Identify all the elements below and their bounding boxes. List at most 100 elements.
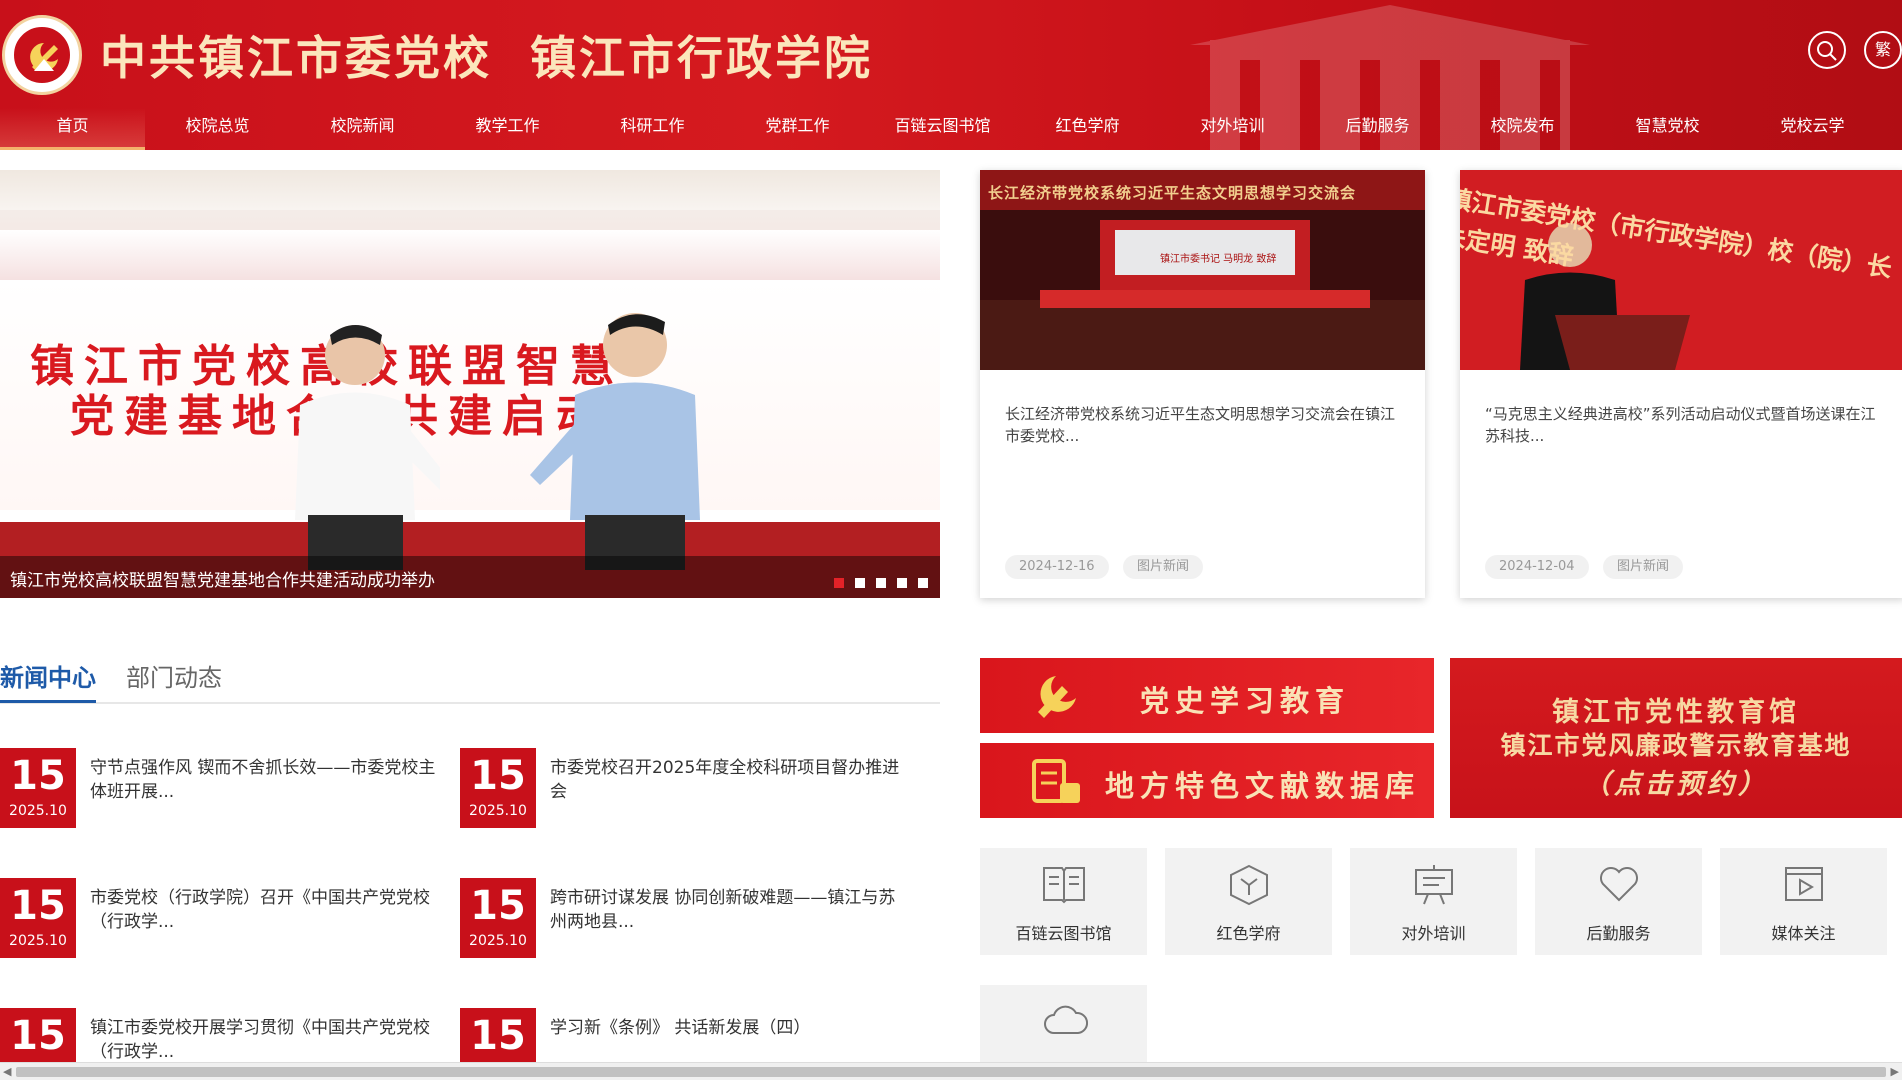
slider-dot[interactable] bbox=[834, 578, 844, 588]
nav-smart-school[interactable]: 智慧党校 bbox=[1595, 108, 1740, 150]
hammer-sickle-icon bbox=[1038, 676, 1076, 718]
nav-release[interactable]: 校院发布 bbox=[1450, 108, 1595, 150]
site-header: 中共镇江市委党校 镇江市行政学院 繁 首页 校院总览 校院新闻 教学工作 科研工作… bbox=[0, 0, 1902, 150]
nav-training[interactable]: 对外培训 bbox=[1160, 108, 1305, 150]
date-badge: 15 2025.10 bbox=[0, 878, 76, 958]
scroll-left-icon[interactable]: ◀ bbox=[3, 1065, 11, 1078]
news-title[interactable]: 守节点强作风 锲而不舍抓长效——市委党校主体班开展... bbox=[90, 756, 446, 804]
heart-icon bbox=[1600, 867, 1638, 902]
card-image-banner: 长江经济带党校系统习近平生态文明思想学习交流会 bbox=[988, 184, 1357, 202]
cloud-icon bbox=[1044, 1005, 1088, 1034]
horizontal-scrollbar[interactable]: ◀ ▶ bbox=[0, 1062, 1902, 1080]
book-icon bbox=[1043, 867, 1085, 904]
date-day: 15 bbox=[10, 1013, 66, 1059]
date-day: 15 bbox=[10, 753, 66, 799]
education-hall-booking: （点击预约） bbox=[1583, 769, 1769, 800]
date-badge: 15 2025.10 bbox=[460, 748, 536, 828]
slider-ceiling bbox=[0, 170, 940, 210]
slider-caption[interactable]: 镇江市党校高校联盟智慧党建基地合作共建活动成功举办 bbox=[10, 566, 435, 591]
nav-cloud-learning[interactable]: 党校云学 bbox=[1740, 108, 1885, 150]
cube-icon bbox=[1230, 864, 1268, 906]
news-tabs: 新闻中心 部门动态 bbox=[0, 652, 940, 704]
nav-red-academy[interactable]: 红色学府 bbox=[1015, 108, 1160, 150]
card-image-screen-title: 镇江市委书记 马明龙 致辞 bbox=[1160, 254, 1277, 265]
slider-dot[interactable] bbox=[918, 578, 928, 588]
tile-training[interactable]: 对外培训 bbox=[1350, 848, 1517, 955]
news-title[interactable]: 市委党校召开2025年度全校科研项目督办推进会 bbox=[550, 756, 906, 804]
chat-board-icon bbox=[1415, 865, 1453, 905]
tile-label: 对外培训 bbox=[1401, 924, 1466, 943]
slider-caption-bar: 镇江市党校高校联盟智慧党建基地合作共建活动成功举办 bbox=[0, 556, 940, 598]
tile-media[interactable]: 媒体关注 bbox=[1720, 848, 1887, 955]
tile-cloud[interactable] bbox=[980, 985, 1147, 1062]
party-history-banner[interactable]: 党史学习教育 bbox=[980, 658, 1434, 733]
news-title[interactable]: 镇江市委党校开展学习贯彻《中国共产党党校（行政学... bbox=[90, 1016, 446, 1064]
nav-research[interactable]: 科研工作 bbox=[580, 108, 725, 150]
tab-active-underline bbox=[0, 700, 96, 703]
news-card[interactable]: 镇江市委党校（市行政学院）校（院）长朱定明 致辞 “马克思主义经典进高校”系列活… bbox=[1460, 170, 1902, 598]
card-image: 长江经济带党校系统习近平生态文明思想学习交流会 镇江市委书记 马明龙 致辞 bbox=[980, 170, 1425, 370]
tile-logistics[interactable]: 后勤服务 bbox=[1535, 848, 1702, 955]
person-left-image bbox=[295, 325, 440, 570]
date-day: 15 bbox=[470, 1013, 526, 1059]
traditional-chinese-button[interactable]: 繁 bbox=[1864, 31, 1902, 69]
slider-dot[interactable] bbox=[876, 578, 886, 588]
tile-red-academy[interactable]: 红色学府 bbox=[1165, 848, 1332, 955]
database-document-icon bbox=[1032, 759, 1080, 803]
slider-dots bbox=[823, 573, 928, 592]
date-day: 15 bbox=[10, 883, 66, 929]
local-docs-label: 地方特色文献数据库 bbox=[1105, 769, 1421, 803]
news-card[interactable]: 长江经济带党校系统习近平生态文明思想学习交流会 镇江市委书记 马明龙 致辞 长江… bbox=[980, 170, 1425, 598]
site-title: 中共镇江市委党校 镇江市行政学院 bbox=[100, 22, 873, 88]
nav-overview[interactable]: 校院总览 bbox=[145, 108, 290, 150]
card-category[interactable]: 图片新闻 bbox=[1603, 555, 1684, 579]
nav-library[interactable]: 百链云图书馆 bbox=[870, 108, 1015, 150]
card-title[interactable]: “马克思主义经典进高校”系列活动启动仪式暨首场送课在江苏科技... bbox=[1485, 403, 1885, 447]
card-image: 镇江市委党校（市行政学院）校（院）长朱定明 致辞 bbox=[1460, 170, 1902, 370]
site-logo[interactable] bbox=[2, 15, 82, 95]
person-right-image bbox=[530, 313, 700, 570]
date-badge: 15 2025.10 bbox=[460, 878, 536, 958]
date-year-month: 2025.10 bbox=[469, 803, 527, 819]
local-docs-banner[interactable]: 地方特色文献数据库 bbox=[980, 743, 1434, 818]
search-button[interactable] bbox=[1808, 31, 1846, 69]
tab-department-news[interactable]: 部门动态 bbox=[126, 658, 222, 693]
slider-dot[interactable] bbox=[855, 578, 865, 588]
news-title[interactable]: 市委党校（行政学院）召开《中国共产党党校（行政学... bbox=[90, 886, 446, 934]
scroll-right-icon[interactable]: ▶ bbox=[1891, 1065, 1899, 1078]
education-hall-line1: 镇江市党性教育馆 bbox=[1552, 697, 1800, 728]
slide-banner: 镇江市党校高校联盟智慧 党建基地合作共建启动 bbox=[0, 280, 940, 510]
tab-news-center[interactable]: 新闻中心 bbox=[0, 658, 96, 693]
date-year-month: 2025.10 bbox=[9, 933, 67, 949]
date-day: 15 bbox=[470, 883, 526, 929]
tile-library[interactable]: 百链云图书馆 bbox=[980, 848, 1147, 955]
news-title[interactable]: 学习新《条例》 共话新发展（四） bbox=[550, 1016, 906, 1040]
logo-emblem bbox=[12, 25, 72, 85]
slider-backdrop-top bbox=[0, 230, 940, 285]
card-category[interactable]: 图片新闻 bbox=[1123, 555, 1204, 579]
news-title[interactable]: 跨市研讨谋发展 协同创新破难题——镇江与苏州两地县... bbox=[550, 886, 906, 934]
card-title[interactable]: 长江经济带党校系统习近平生态文明思想学习交流会在镇江市委党校... bbox=[1005, 403, 1405, 447]
tile-label: 红色学府 bbox=[1216, 924, 1281, 943]
nav-teaching[interactable]: 教学工作 bbox=[435, 108, 580, 150]
nav-party-mass[interactable]: 党群工作 bbox=[725, 108, 870, 150]
list-item[interactable]: 15 2025.10 跨市研讨谋发展 协同创新破难题——镇江与苏州两地县... bbox=[460, 878, 910, 958]
nav-news[interactable]: 校院新闻 bbox=[290, 108, 435, 150]
scrollbar-thumb[interactable] bbox=[16, 1067, 1886, 1077]
date-day: 15 bbox=[470, 753, 526, 799]
list-item[interactable]: 15 2025.10 守节点强作风 锲而不舍抓长效——市委党校主体班开展... bbox=[0, 748, 450, 828]
education-hall-line2: 镇江市党风廉政警示教育基地 bbox=[1500, 731, 1852, 760]
nav-home[interactable]: 首页 bbox=[0, 108, 145, 150]
tile-label: 后勤服务 bbox=[1586, 924, 1651, 943]
date-badge: 15 2025.10 bbox=[0, 748, 76, 828]
nav-logistics[interactable]: 后勤服务 bbox=[1305, 108, 1450, 150]
list-item[interactable]: 15 2025.10 市委党校召开2025年度全校科研项目督办推进会 bbox=[460, 748, 910, 828]
date-year-month: 2025.10 bbox=[469, 933, 527, 949]
list-item[interactable]: 15 2025.10 市委党校（行政学院）召开《中国共产党党校（行政学... bbox=[0, 878, 450, 958]
education-hall-banner[interactable]: 镇江市党性教育馆 镇江市党风廉政警示教育基地 （点击预约） bbox=[1450, 658, 1902, 818]
card-date: 2024-12-04 bbox=[1485, 555, 1589, 579]
tile-label: 媒体关注 bbox=[1771, 924, 1836, 943]
slider-dot[interactable] bbox=[897, 578, 907, 588]
main-nav: 首页 校院总览 校院新闻 教学工作 科研工作 党群工作 百链云图书馆 红色学府 … bbox=[0, 108, 1902, 150]
news-slider[interactable]: 镇江市党校高校联盟智慧 党建基地合作共建启动 镇江市党校高校联盟智慧党建基地合作… bbox=[0, 170, 940, 598]
